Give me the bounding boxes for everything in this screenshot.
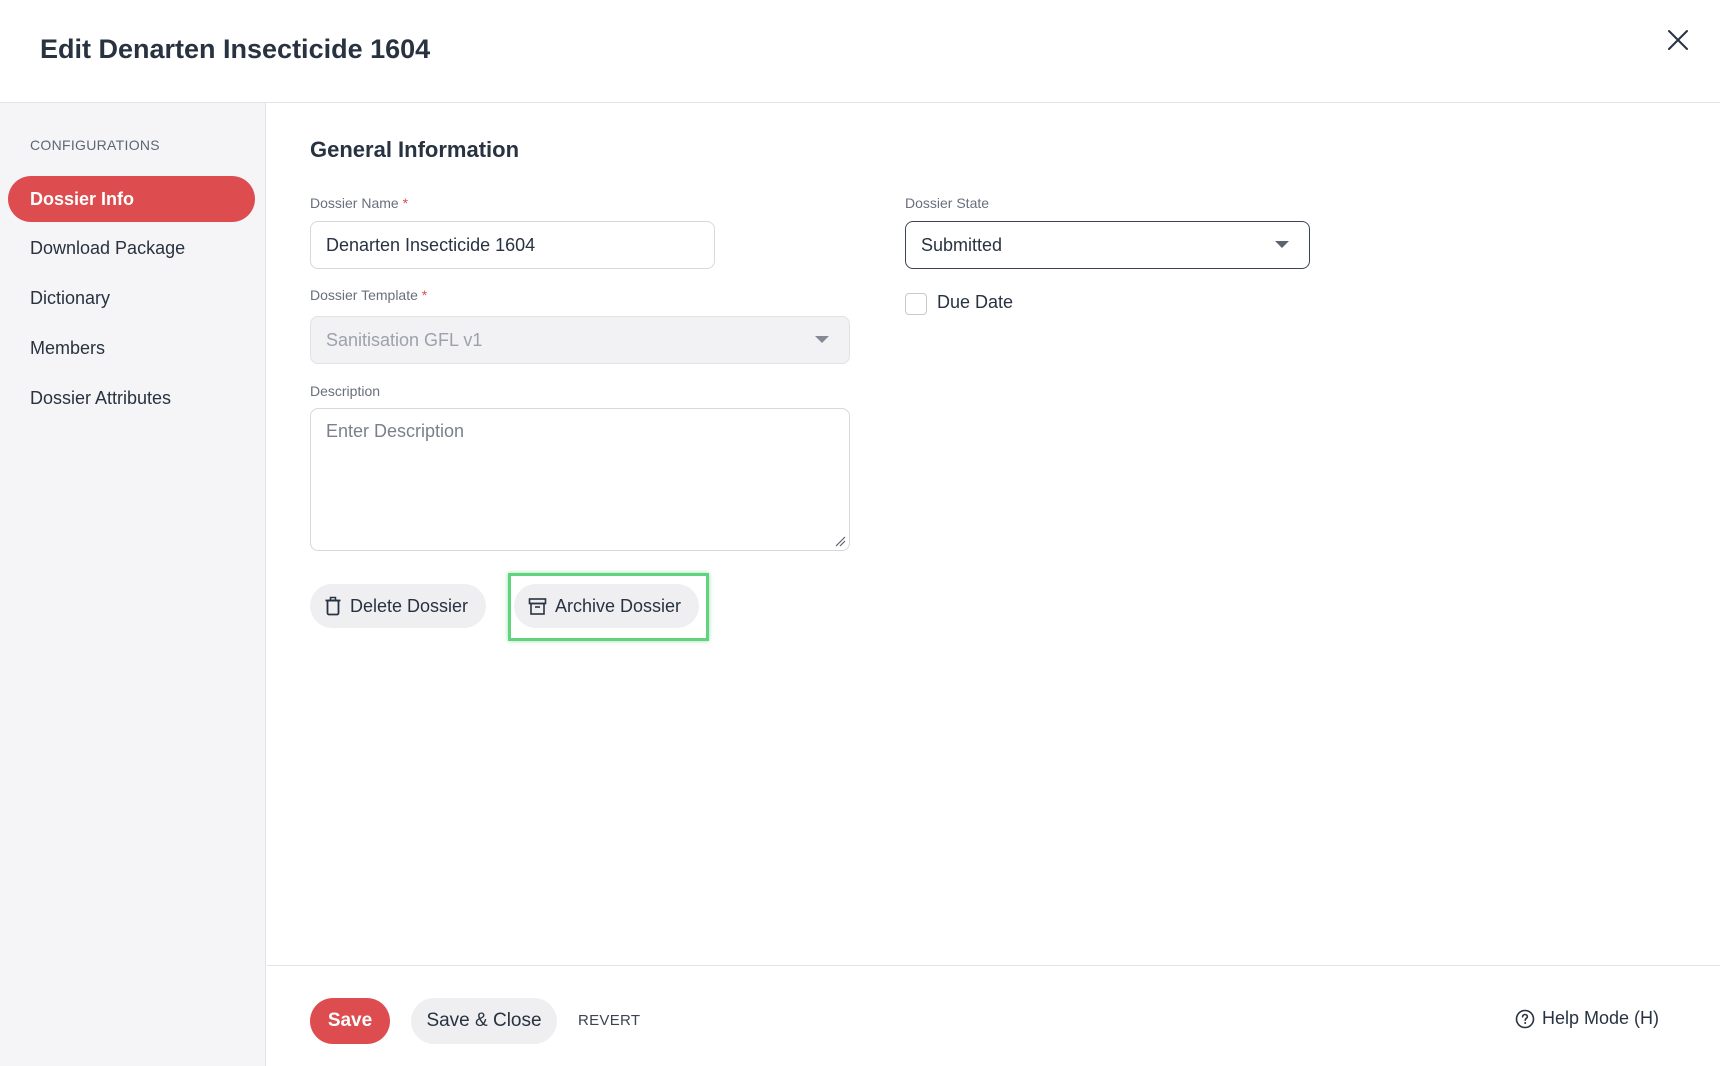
description-placeholder: Enter Description	[326, 421, 465, 441]
description-textarea[interactable]: Enter Description	[310, 408, 850, 551]
dossier-template-value: Sanitisation GFL v1	[326, 330, 483, 350]
page-title: Edit Denarten Insecticide 1604	[40, 34, 431, 64]
delete-dossier-label: Delete Dossier	[350, 595, 469, 616]
resize-handle-icon[interactable]	[834, 535, 846, 547]
dossier-name-label: Dossier Name *	[310, 195, 408, 211]
trash-icon	[325, 596, 341, 616]
description-label: Description	[310, 383, 381, 399]
modal-header: Edit Denarten Insecticide 1604	[0, 0, 1720, 103]
dossier-state-select[interactable]: Submitted	[905, 221, 1310, 269]
required-mark: *	[421, 287, 428, 303]
save-button[interactable]: Save	[310, 998, 390, 1044]
dossier-state-value: Submitted	[921, 235, 1003, 255]
archive-icon	[528, 597, 547, 615]
help-mode-button[interactable]: Help Mode (H)	[1515, 1008, 1659, 1029]
close-icon[interactable]	[1664, 26, 1692, 54]
sidebar-item-label: Dossier Info	[30, 189, 135, 209]
sidebar-item-dictionary[interactable]: Dictionary	[8, 275, 255, 321]
dossier-template-select: Sanitisation GFL v1	[310, 316, 850, 364]
chevron-down-icon	[815, 336, 829, 343]
required-mark: *	[402, 195, 409, 211]
dossier-template-label-text: Dossier Template	[310, 287, 418, 303]
sidebar-item-label: Dictionary	[30, 288, 111, 308]
dossier-name-value: Denarten Insecticide 1604	[326, 235, 536, 255]
dossier-name-label-text: Dossier Name	[310, 195, 399, 211]
save-close-button[interactable]: Save & Close	[411, 998, 557, 1044]
sidebar: CONFIGURATIONS Dossier Info Download Pac…	[0, 103, 266, 1066]
archive-dossier-label: Archive Dossier	[555, 595, 682, 616]
dossier-state-label: Dossier State	[905, 195, 990, 211]
sidebar-item-download-package[interactable]: Download Package	[8, 225, 255, 271]
archive-dossier-button[interactable]: Archive Dossier	[514, 584, 700, 628]
chevron-down-icon	[1275, 241, 1289, 248]
sidebar-section-label: CONFIGURATIONS	[30, 137, 160, 153]
due-date-checkbox[interactable]	[905, 293, 927, 315]
sidebar-item-label: Members	[30, 338, 106, 358]
dossier-template-label: Dossier Template *	[310, 287, 427, 303]
footer-bar: Save Save & Close REVERT Help Mode (H)	[267, 965, 1720, 1066]
revert-button[interactable]: REVERT	[578, 1012, 640, 1029]
due-date-label: Due Date	[937, 292, 1014, 312]
section-title: General Information	[310, 137, 520, 162]
sidebar-item-dossier-attributes[interactable]: Dossier Attributes	[8, 375, 255, 421]
help-circle-icon	[1515, 1009, 1535, 1028]
dossier-name-input[interactable]: Denarten Insecticide 1604	[310, 221, 715, 269]
sidebar-item-dossier-info[interactable]: Dossier Info	[8, 176, 255, 222]
delete-dossier-button[interactable]: Delete Dossier	[310, 584, 487, 628]
sidebar-item-label: Download Package	[30, 238, 186, 258]
main-content: General Information Dossier Name * Denar…	[267, 103, 1720, 965]
help-mode-label: Help Mode (H)	[1542, 1008, 1660, 1028]
sidebar-item-label: Dossier Attributes	[30, 388, 172, 408]
sidebar-item-members[interactable]: Members	[8, 325, 255, 371]
